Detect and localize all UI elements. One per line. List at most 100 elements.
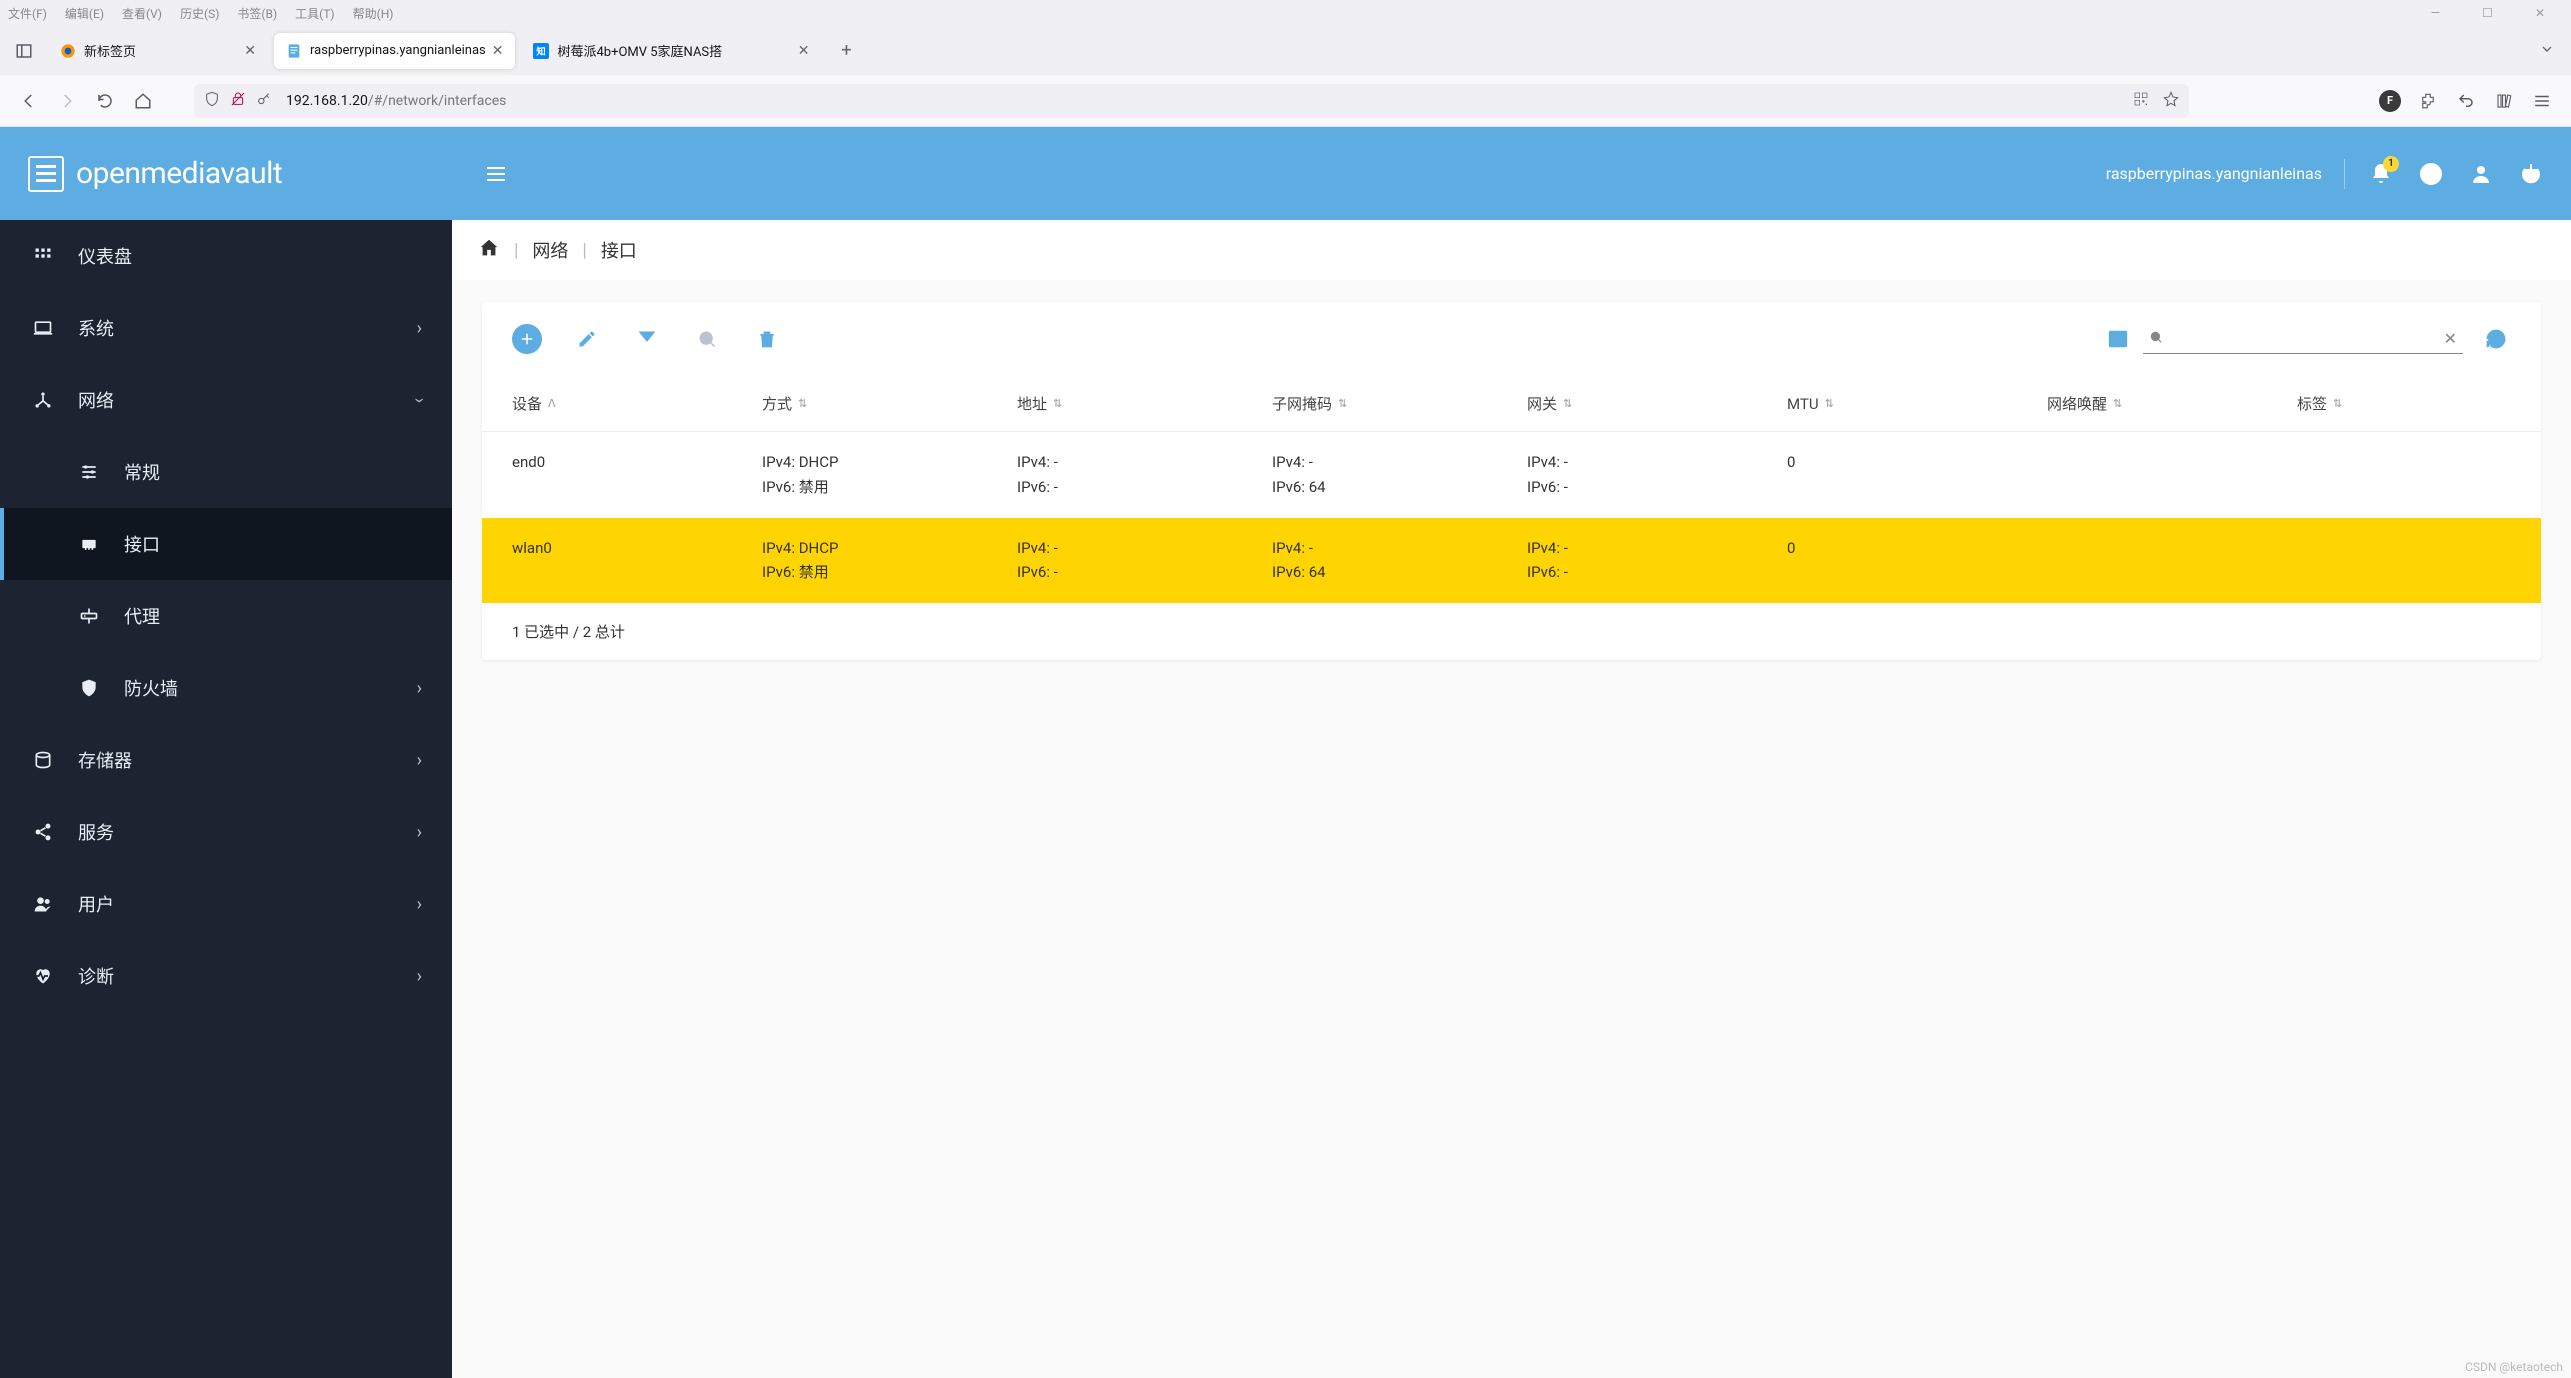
refresh-button[interactable] — [2481, 324, 2511, 354]
url-bar[interactable]: 192.168.1.20/#/network/interfaces — [194, 84, 2189, 118]
sort-icon: ⇅ — [1338, 397, 1347, 410]
tab-close-icon[interactable]: ✕ — [244, 43, 256, 59]
breadcrumb-item: 接口 — [601, 237, 637, 263]
menu-file[interactable]: 文件(F) — [8, 5, 47, 22]
url-text: 192.168.1.20/#/network/interfaces — [286, 93, 2133, 109]
library-button[interactable] — [2487, 84, 2521, 118]
tabs-overflow-icon[interactable] — [2529, 41, 2565, 61]
tab-close-icon[interactable]: ✕ — [492, 43, 504, 59]
col-device[interactable]: 设备ᐱ — [512, 393, 762, 414]
sort-icon: ⇅ — [1053, 397, 1062, 410]
col-address[interactable]: 地址⇅ — [1017, 393, 1272, 414]
key-icon[interactable] — [256, 91, 272, 111]
col-wol[interactable]: 网络唤醒⇅ — [2047, 393, 2297, 414]
insecure-lock-icon[interactable] — [230, 91, 246, 111]
account-button[interactable]: F — [2373, 84, 2407, 118]
sort-icon: ⇅ — [2333, 397, 2342, 410]
filter-button[interactable] — [632, 324, 662, 354]
sidebar-item-system[interactable]: 系统 › — [0, 292, 452, 364]
tab-close-icon[interactable]: ✕ — [798, 43, 810, 59]
help-button[interactable] — [2417, 160, 2445, 188]
sidebar-item-firewall[interactable]: 防火墙 › — [0, 652, 452, 724]
home-button[interactable] — [126, 84, 160, 118]
chevron-down-icon: › — [409, 397, 430, 402]
main-area: raspberrypinas.yangnianleinas 1 | 网络 | 接… — [452, 127, 2571, 1378]
menu-edit[interactable]: 编辑(E) — [65, 5, 104, 22]
home-icon[interactable] — [478, 237, 500, 264]
chevron-right-icon: › — [417, 318, 422, 339]
sidebar-item-proxy[interactable]: 代理 — [0, 580, 452, 652]
sort-icon: ⇅ — [1563, 397, 1572, 410]
browser-tab[interactable]: 知 树莓派4b+OMV 5家庭NAS搭 ✕ — [521, 33, 821, 69]
sidebar-item-label: 网络 — [78, 387, 114, 413]
browser-tab[interactable]: raspberrypinas.yangnianleinas ✕ — [274, 33, 515, 69]
sort-asc-icon: ᐱ — [548, 397, 556, 410]
back-button[interactable] — [12, 84, 46, 118]
user-menu-button[interactable] — [2467, 160, 2495, 188]
col-mtu[interactable]: MTU⇅ — [1787, 395, 2047, 413]
sidebar-item-interfaces[interactable]: 接口 — [0, 508, 452, 580]
sidebar-item-network[interactable]: 网络 › — [0, 364, 452, 436]
sidebar-item-general[interactable]: 常规 — [0, 436, 452, 508]
columns-button[interactable] — [2103, 324, 2133, 354]
menu-toggle-button[interactable] — [478, 156, 514, 192]
dashboard-icon — [30, 246, 56, 266]
omv-logo[interactable]: openmediavault — [28, 156, 282, 192]
menu-bookmarks[interactable]: 书签(B) — [237, 5, 277, 22]
sidebar-item-users[interactable]: 用户 › — [0, 868, 452, 940]
col-netmask[interactable]: 子网掩码⇅ — [1272, 393, 1527, 414]
sidebar-item-storage[interactable]: 存储器 › — [0, 724, 452, 796]
table-row[interactable]: wlan0 IPv4: DHCP IPv6: 禁用 IPv4: - IPv6: … — [482, 518, 2541, 604]
notifications-button[interactable]: 1 — [2367, 160, 2395, 188]
forward-button[interactable] — [50, 84, 84, 118]
qr-icon[interactable] — [2133, 91, 2149, 111]
users-icon — [30, 894, 56, 914]
reload-button[interactable] — [88, 84, 122, 118]
table-search[interactable]: ✕ — [2143, 324, 2463, 354]
col-method[interactable]: 方式⇅ — [762, 393, 1017, 414]
table-row[interactable]: end0 IPv4: DHCP IPv6: 禁用 IPv4: - IPv6: -… — [482, 432, 2541, 518]
details-button[interactable] — [692, 324, 722, 354]
shield-icon[interactable] — [204, 91, 220, 111]
sidebar-item-services[interactable]: 服务 › — [0, 796, 452, 868]
laptop-icon — [30, 318, 56, 338]
col-gateway[interactable]: 网关⇅ — [1527, 393, 1787, 414]
undo-button[interactable] — [2449, 84, 2483, 118]
sidebar-item-label: 仪表盘 — [78, 243, 132, 269]
window-maximize-icon[interactable]: ☐ — [2482, 6, 2493, 20]
browser-tab[interactable]: 新标签页 ✕ — [48, 33, 268, 69]
window-minimize-icon[interactable]: — — [2431, 6, 2440, 20]
search-input[interactable] — [2163, 331, 2444, 347]
account-avatar-icon: F — [2379, 90, 2401, 112]
shield-icon — [76, 678, 102, 698]
doc-favicon-icon — [286, 43, 302, 59]
menu-history[interactable]: 历史(S) — [180, 5, 219, 22]
power-button[interactable] — [2517, 160, 2545, 188]
cell-address: IPv4: - IPv6: - — [1017, 536, 1272, 586]
firefox-toolbar: 192.168.1.20/#/network/interfaces F — [0, 75, 2571, 127]
col-tags[interactable]: 标签⇅ — [2297, 393, 2511, 414]
sidebar-item-dashboard[interactable]: 仪表盘 — [0, 220, 452, 292]
breadcrumb-item[interactable]: 网络 — [532, 237, 568, 263]
add-button[interactable] — [512, 324, 542, 354]
omv-topbar: raspberrypinas.yangnianleinas 1 — [452, 127, 2571, 220]
sort-icon: ⇅ — [2113, 397, 2122, 410]
menu-view[interactable]: 查看(V) — [122, 5, 162, 22]
menu-tools[interactable]: 工具(T) — [295, 5, 334, 22]
sidebar-item-diagnostics[interactable]: 诊断 › — [0, 940, 452, 1012]
firefox-menubar: 文件(F) 编辑(E) 查看(V) 历史(S) 书签(B) 工具(T) 帮助(H… — [0, 0, 2571, 26]
network-icon — [30, 390, 56, 410]
cell-netmask: IPv4: - IPv6: 64 — [1272, 536, 1527, 586]
clear-search-icon[interactable]: ✕ — [2444, 329, 2457, 348]
delete-button[interactable] — [752, 324, 782, 354]
sidebar-toggle-icon[interactable] — [10, 37, 38, 65]
menu-help[interactable]: 帮助(H) — [353, 5, 394, 22]
extensions-button[interactable] — [2411, 84, 2445, 118]
new-tab-button[interactable]: + — [831, 36, 861, 66]
cell-device: end0 — [512, 450, 762, 500]
window-close-icon[interactable]: ✕ — [2535, 6, 2545, 20]
app-menu-button[interactable] — [2525, 84, 2559, 118]
edit-button[interactable] — [572, 324, 602, 354]
bookmark-star-icon[interactable] — [2163, 91, 2179, 111]
firefox-tabstrip: 新标签页 ✕ raspberrypinas.yangnianleinas ✕ 知… — [0, 26, 2571, 75]
